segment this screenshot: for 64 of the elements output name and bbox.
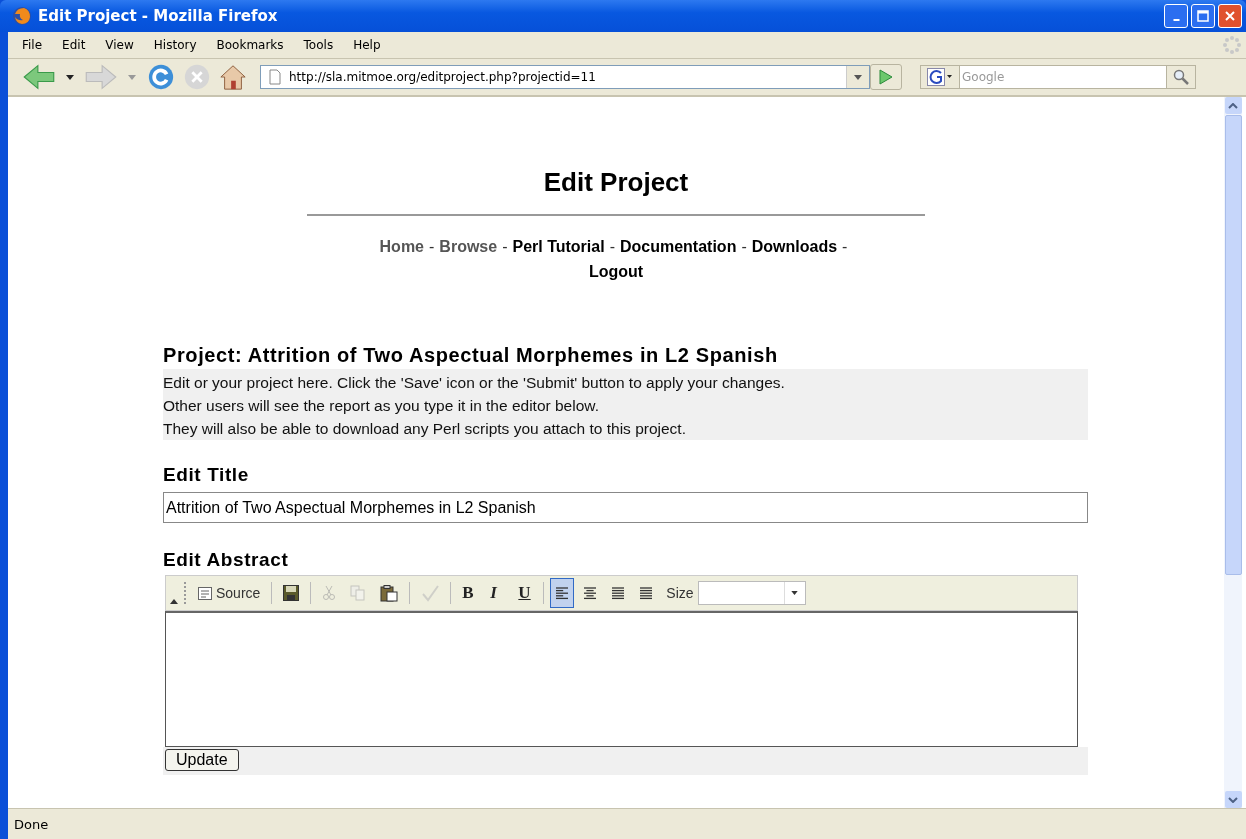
source-icon [198,586,212,600]
menu-item[interactable]: Help [343,38,391,52]
go-button[interactable] [870,64,902,90]
nav-link[interactable]: Perl Tutorial [512,238,605,255]
nav-link[interactable]: Home [379,238,424,255]
collapse-icon[interactable] [170,599,178,604]
section-label: Edit Title [163,464,250,486]
minimize-icon [1172,19,1180,21]
scroll-down-icon[interactable] [1224,791,1242,808]
page-icon [269,69,281,85]
menu-item[interactable]: File [12,38,53,52]
nav-link[interactable]: Logout [588,263,644,280]
address-text: http://sla.mitmoe.org/editproject.php?projectid=11 [289,70,596,84]
close-button[interactable] [1218,4,1242,28]
address-field[interactable]: http://sla.mitmoe.org/editproject.php?projectid=11 [260,65,870,89]
search-icon[interactable] [1166,65,1196,89]
nav-separator: - [502,238,508,255]
nav-link[interactable]: Documentation [619,238,737,255]
description-text: Other users will see the report as you type it in the editor below. [163,396,600,416]
menu-item[interactable]: History [143,38,207,52]
size-label: Size [666,585,694,601]
firefox-logo-icon [12,6,32,26]
nav-separator: - [842,238,848,255]
minimize-button[interactable] [1164,4,1188,28]
close-icon [1224,10,1236,22]
back-arrow-icon[interactable] [22,63,56,91]
nav-separator: - [741,238,747,255]
menu-item[interactable]: Edit [52,38,96,52]
home-icon[interactable] [218,63,248,91]
dropdown-caret-icon [791,591,799,595]
editor-text-area[interactable] [165,611,1078,747]
update-button[interactable]: Update [165,749,239,771]
reload-icon[interactable] [146,63,176,91]
menu-item[interactable]: View [95,38,144,52]
align-left-icon[interactable] [550,578,575,608]
nav-separator: - [609,238,615,255]
section-label: Edit Abstract [163,549,290,571]
address-dropdown-icon[interactable] [846,66,869,88]
source-button[interactable]: Source [193,578,266,608]
maximize-button[interactable] [1191,4,1215,28]
nav-link[interactable]: Browse [439,238,498,255]
italic-button[interactable]: I [485,578,510,608]
play-arrow-icon [879,69,893,85]
maximize-icon [1197,10,1209,22]
title-input-field[interactable]: Attrition of Two Aspectual Morphemes in L2 Spanish [163,492,1088,523]
underline-button[interactable]: U [513,578,538,608]
project-title: Project: Attrition of Two Aspectual Morphemes in L2 Spanish [163,344,779,367]
menu-item[interactable]: Bookmarks [206,38,294,52]
description-text: They will also be able to download any Perl scripts you attach to this project. [163,419,687,439]
search-engine-icon[interactable] [920,65,960,89]
dropdown-caret-icon[interactable] [66,74,74,80]
status-text: Done [14,816,49,832]
description-text: Edit or your project here. Click the 'Save' icon or the 'Submit' button to apply your changes. [163,373,786,393]
bold-button[interactable]: B [457,578,482,608]
scrollbar[interactable] [1224,97,1242,808]
window-title: Edit Project - Mozilla Firefox [38,7,278,25]
scroll-up-icon[interactable] [1224,97,1242,114]
nav-separator: - [429,238,435,255]
menu-item[interactable]: Tools [293,38,344,52]
throbber-icon [1222,35,1242,55]
page-heading: Edit Project [543,167,689,198]
search-field[interactable]: Google [960,65,1166,89]
scrollbar-thumb[interactable] [1224,115,1242,575]
nav-link[interactable]: Downloads [751,238,838,255]
